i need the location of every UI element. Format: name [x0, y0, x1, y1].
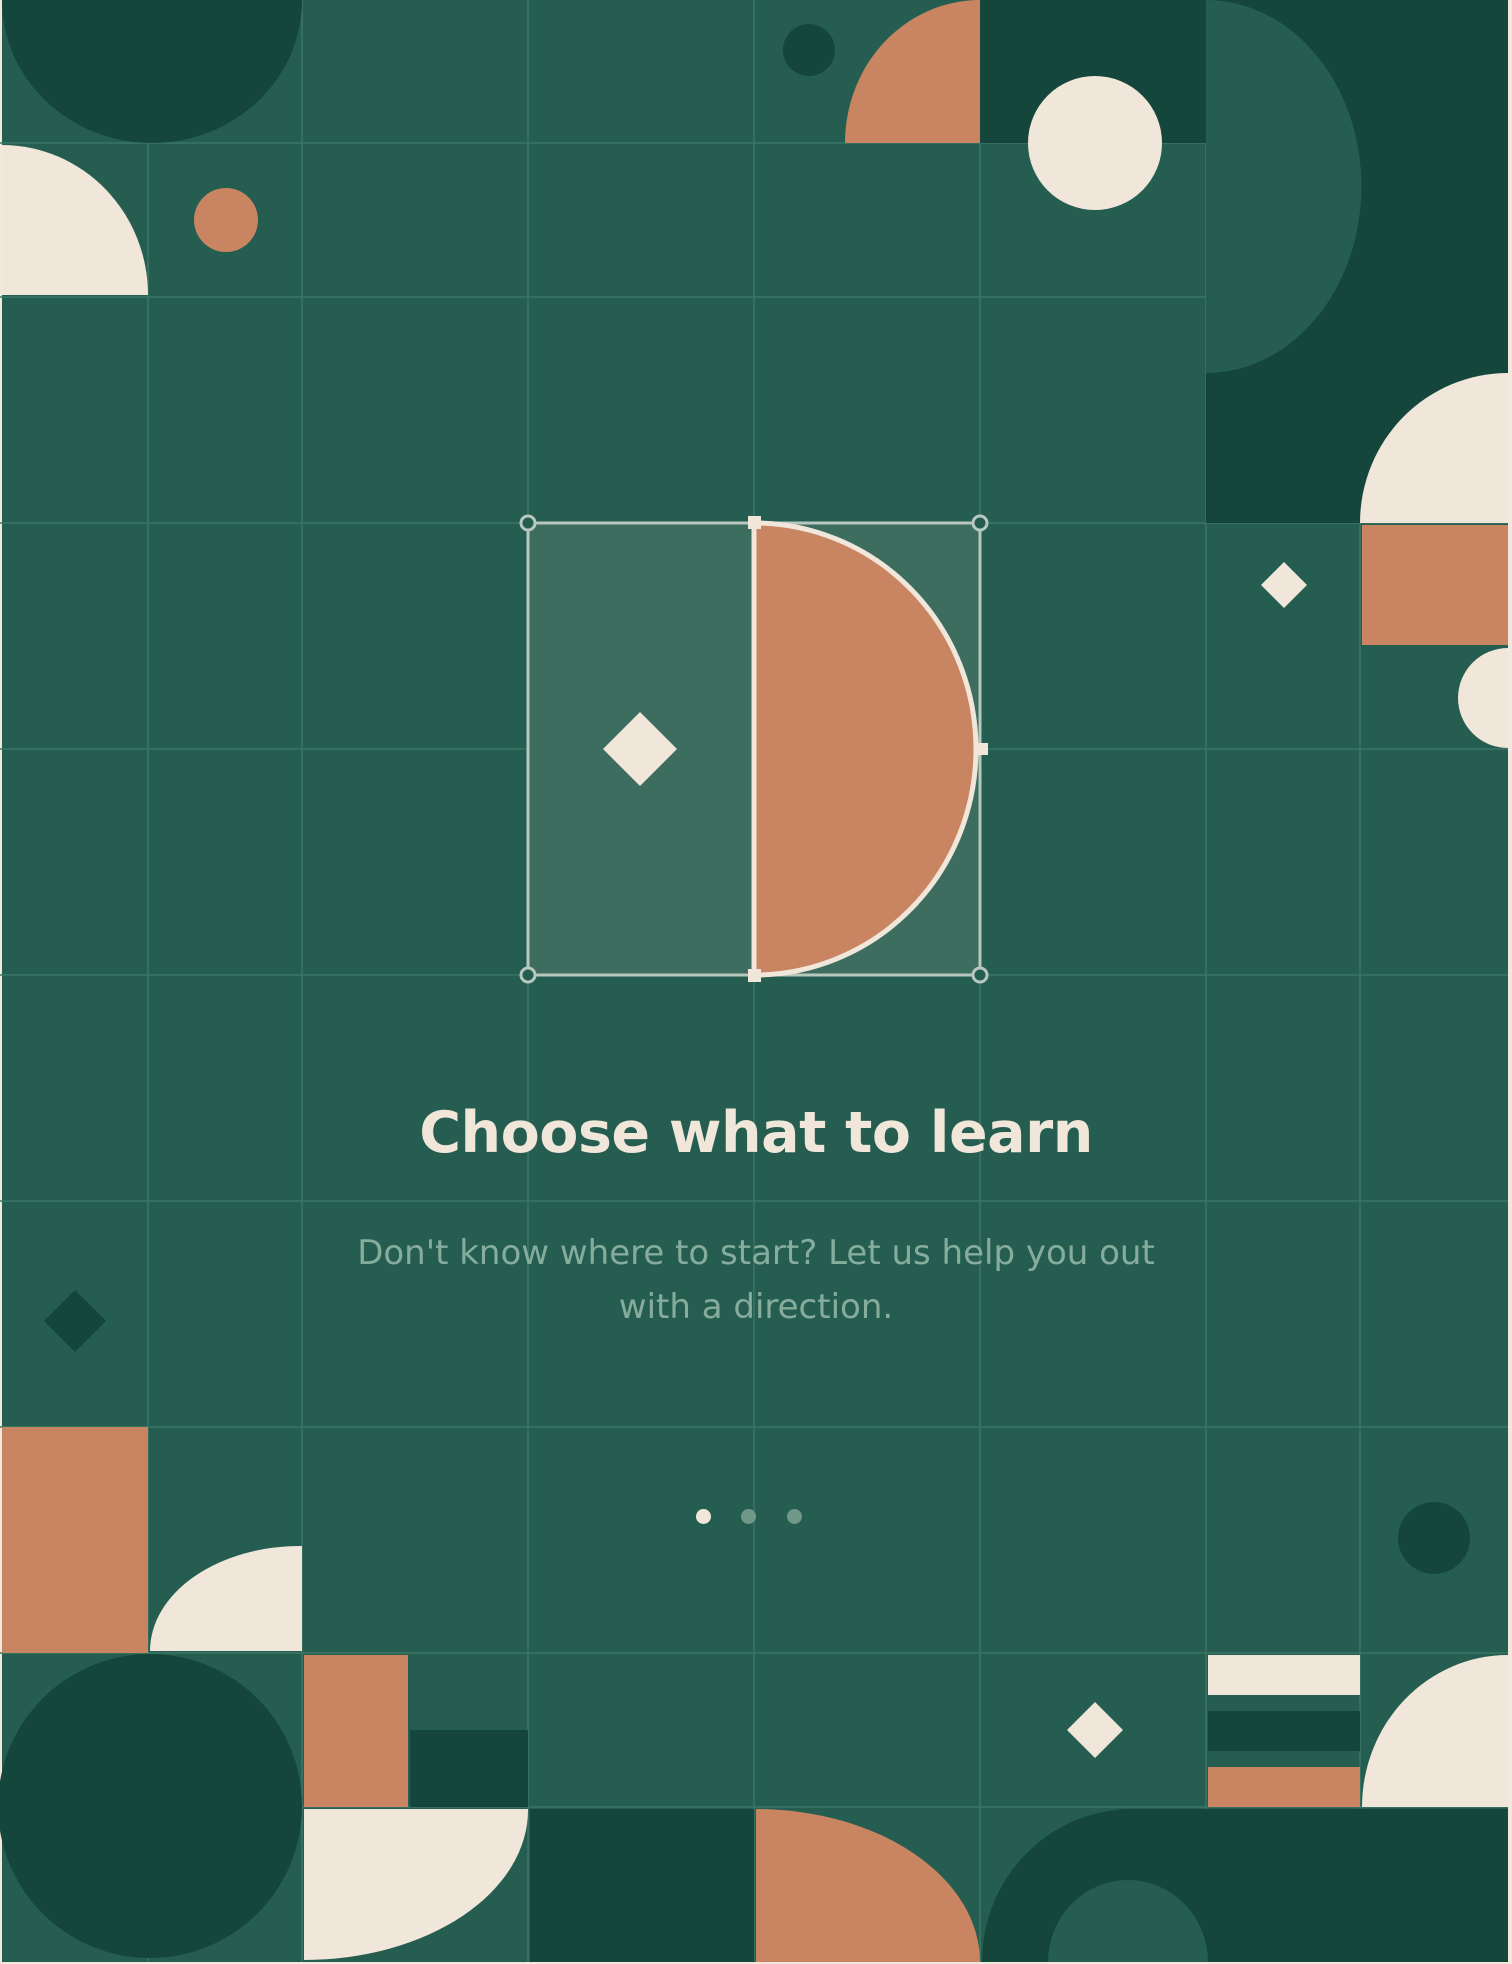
top-cream-circle: [1028, 76, 1162, 210]
pagination-dot-2[interactable]: [741, 1509, 756, 1524]
pagination-dot-1[interactable]: [696, 1509, 711, 1524]
onboarding-screen: Choose what to learn Don't know where to…: [0, 0, 1512, 1964]
bottom-dark-square: [530, 1809, 754, 1962]
onboarding-description: Don't know where to start? Let us help y…: [357, 1233, 1155, 1327]
pagination-dots: [696, 1508, 816, 1526]
handle-bottom-right: [971, 966, 989, 984]
right-dark-circle: [1398, 1502, 1470, 1574]
pagination-dot-3[interactable]: [787, 1509, 802, 1524]
stripe-terracotta: [1208, 1767, 1360, 1807]
bottom-dark-rect: [410, 1730, 528, 1807]
right-terracotta-rect: [1362, 525, 1508, 645]
bottom-left-terracotta-block: [2, 1427, 148, 1653]
stripe-cream: [1208, 1655, 1360, 1695]
bottom-terracotta-rect: [304, 1655, 408, 1807]
small-dark-circle: [783, 24, 835, 76]
handle-bottom-left: [519, 966, 537, 984]
anchor-right: [976, 743, 988, 755]
handle-top-right: [971, 514, 989, 532]
onboarding-title: Choose what to learn: [419, 1100, 1093, 1166]
bottom-left-dark-circle: [0, 1654, 302, 1958]
small-terracotta-circle: [194, 188, 258, 252]
selected-shape-frame: [519, 514, 989, 984]
stripe-dark: [1208, 1711, 1360, 1751]
anchor-top: [748, 516, 761, 529]
background-illustration: [0, 0, 1508, 1962]
anchor-bottom: [748, 969, 761, 982]
handle-top-left: [519, 514, 537, 532]
